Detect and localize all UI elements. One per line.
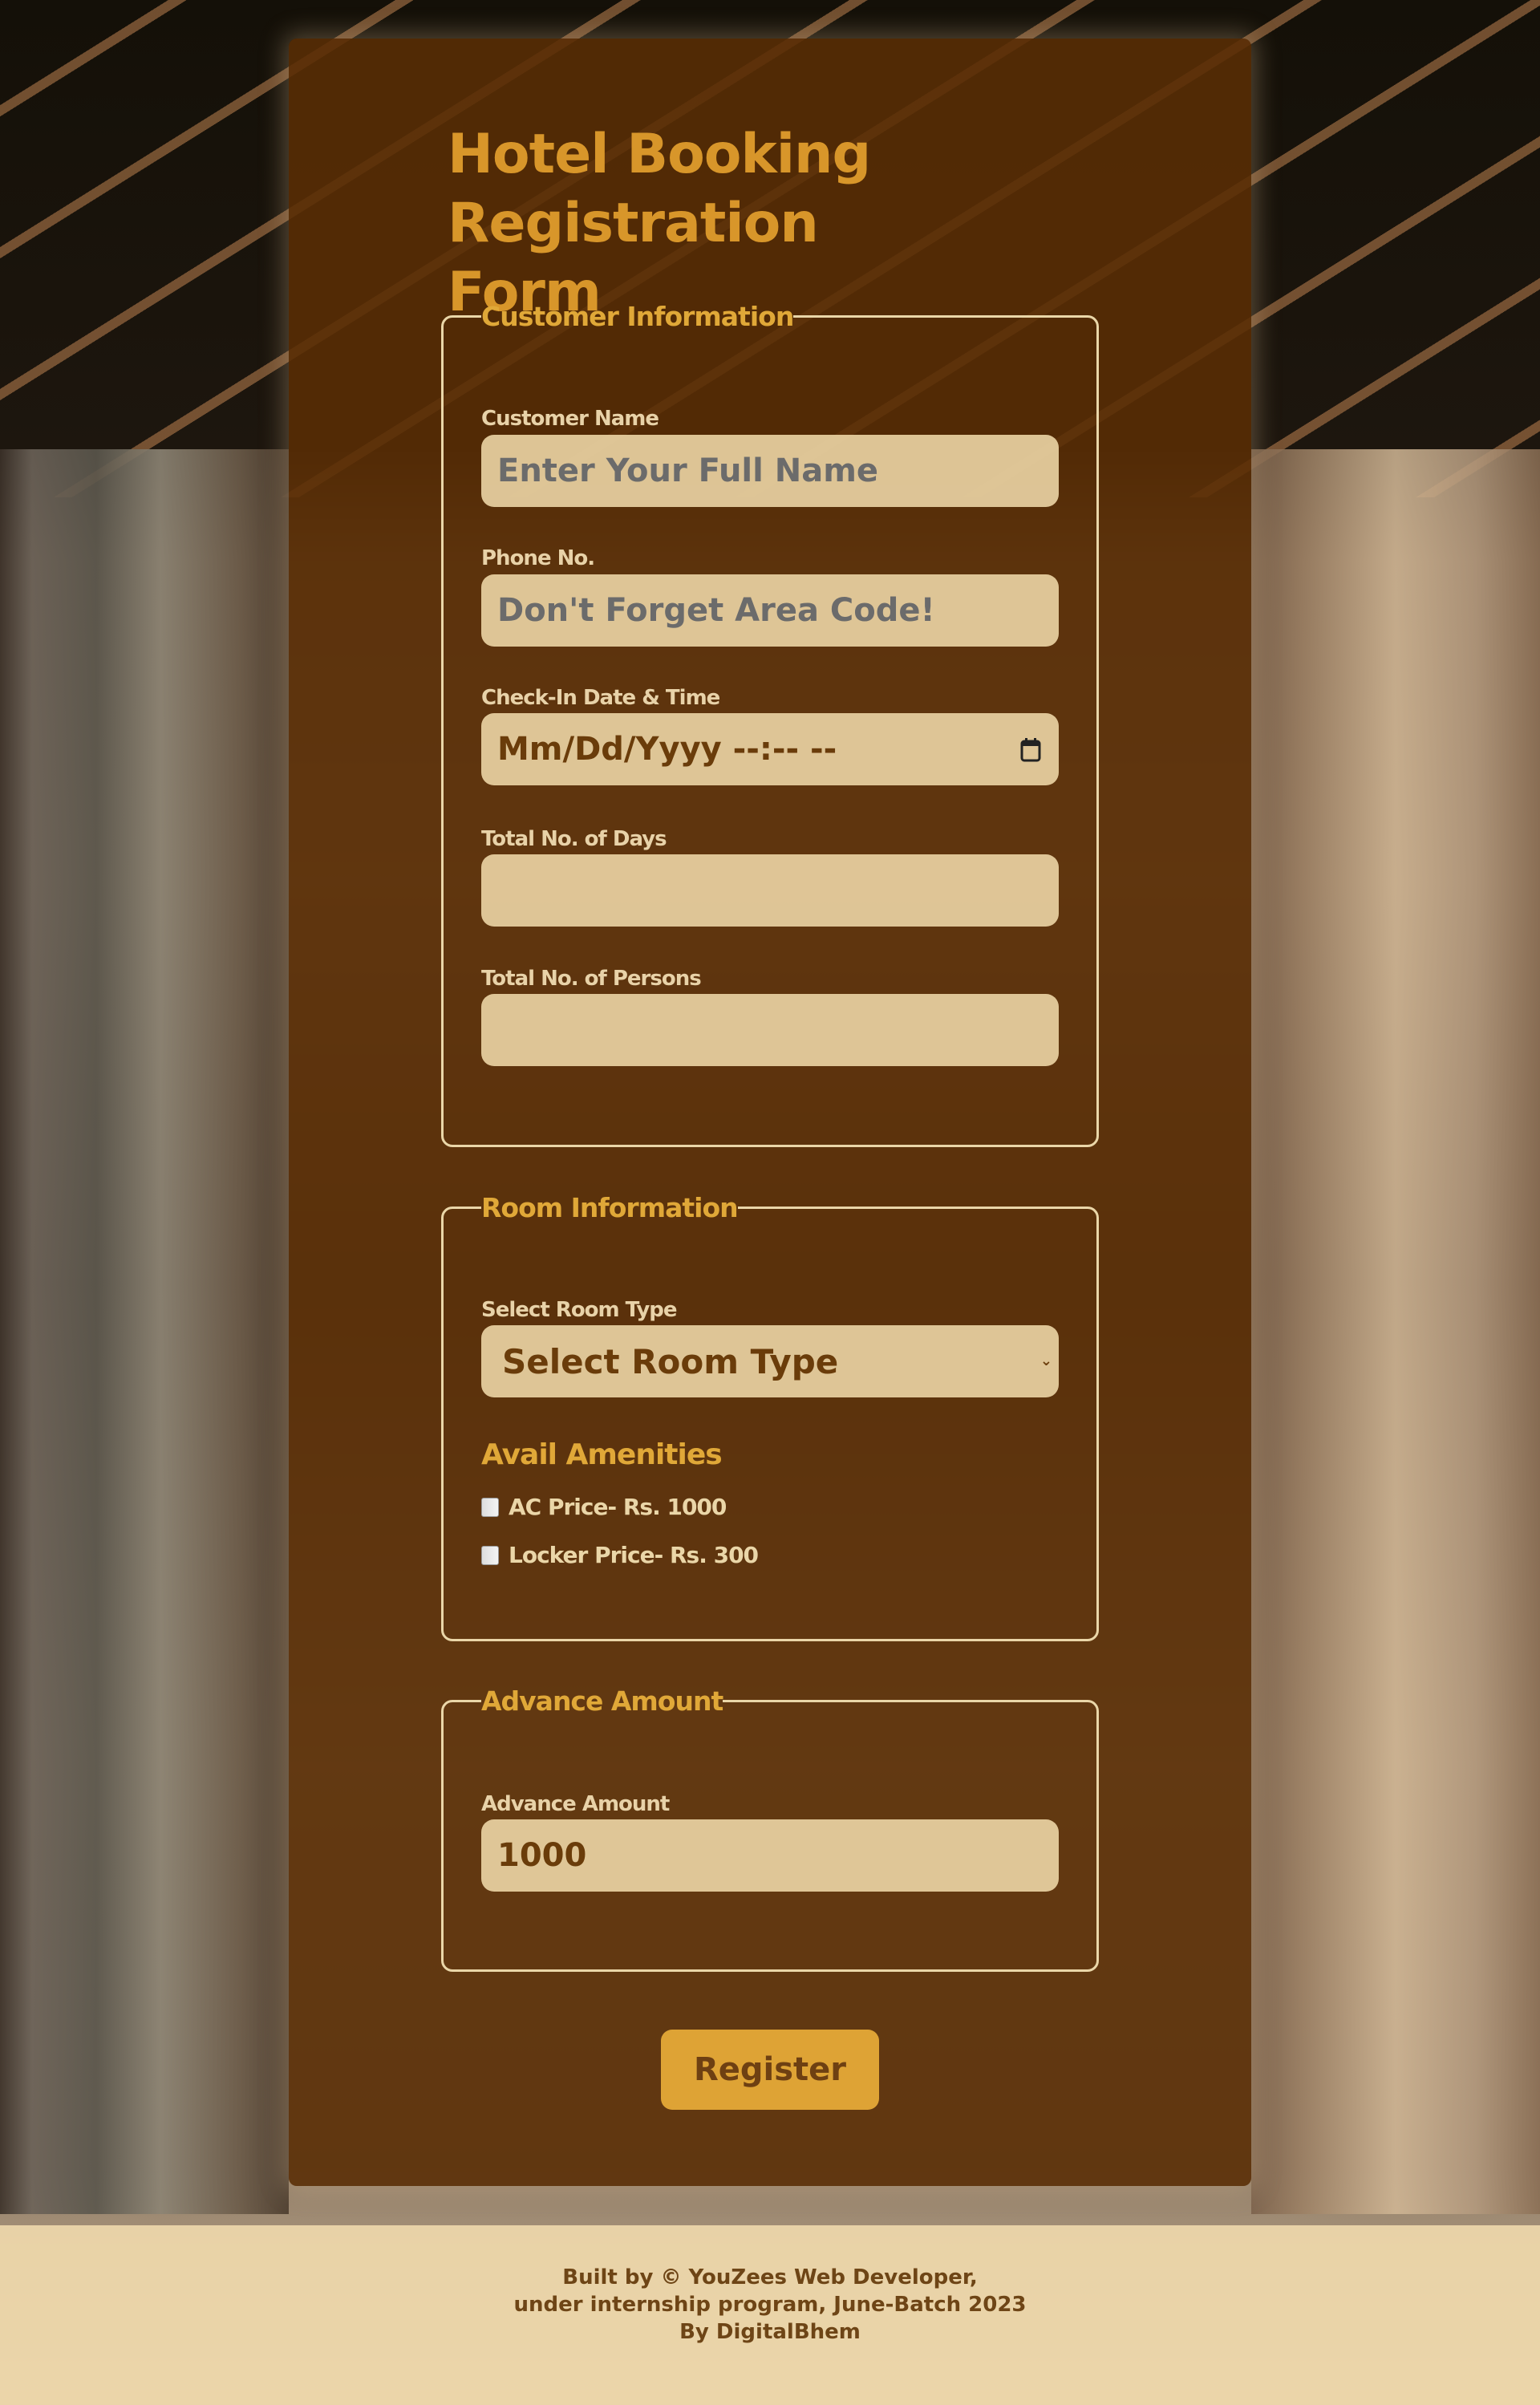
register-button[interactable]: Register (661, 2030, 879, 2110)
amenity-locker[interactable]: Locker Price- Rs. 300 (481, 1542, 759, 1568)
phone-label: Phone No. (481, 546, 595, 570)
customer-name-placeholder: Enter Your Full Name (497, 452, 879, 489)
amenity-ac[interactable]: AC Price- Rs. 1000 (481, 1494, 727, 1520)
amenities-heading: Avail Amenities (481, 1438, 723, 1471)
footer: Built by © YouZees Web Developer, under … (0, 2225, 1540, 2405)
checkin-datetime-input[interactable]: Mm/Dd/Yyyy --:-- -- (481, 713, 1059, 785)
room-type-selected: Select Room Type (502, 1341, 839, 1381)
amenity-locker-label: Locker Price- Rs. 300 (509, 1542, 759, 1568)
advance-amount-input[interactable]: 1000 (481, 1819, 1059, 1892)
amenity-ac-label: AC Price- Rs. 1000 (509, 1494, 727, 1520)
room-information-fieldset: Room Information (441, 1192, 1099, 1641)
customer-name-input[interactable]: Enter Your Full Name (481, 435, 1059, 507)
customer-name-label: Customer Name (481, 407, 659, 431)
background-photo-left (0, 449, 289, 2214)
amenity-locker-checkbox[interactable] (481, 1545, 499, 1565)
calendar-icon[interactable] (1020, 736, 1041, 762)
total-days-label: Total No. of Days (481, 827, 667, 851)
advance-amount-label: Advance Amount (481, 1792, 670, 1816)
total-days-input[interactable] (481, 854, 1059, 927)
customer-information-legend: Customer Information (481, 301, 794, 332)
total-persons-label: Total No. of Persons (481, 967, 702, 991)
background-photo-right (1251, 449, 1540, 2214)
total-persons-input[interactable] (481, 994, 1059, 1066)
advance-amount-legend: Advance Amount (481, 1685, 723, 1717)
advance-amount-value: 1000 (497, 1837, 587, 1874)
footer-credit-line1: Built by © YouZees Web Developer, (562, 2265, 978, 2289)
checkin-label: Check-In Date & Time (481, 686, 720, 710)
chevron-down-icon: ⌄ (1040, 1353, 1052, 1369)
phone-placeholder: Don't Forget Area Code! (497, 592, 935, 629)
room-type-select[interactable]: Select Room Type ⌄ (481, 1325, 1059, 1397)
page-title-text: Hotel Booking Registration Form (448, 123, 871, 324)
room-type-label: Select Room Type (481, 1298, 678, 1322)
phone-input[interactable]: Don't Forget Area Code! (481, 574, 1059, 647)
checkin-display: Mm/Dd/Yyyy --:-- -- (497, 731, 837, 768)
room-information-legend: Room Information (481, 1192, 739, 1223)
footer-credit-line3: By DigitalBhem (679, 2320, 861, 2344)
page-title: Hotel Booking Registration Form (448, 120, 897, 327)
footer-credit-line2: under internship program, June-Batch 202… (513, 2293, 1027, 2317)
amenity-ac-checkbox[interactable] (481, 1497, 499, 1517)
